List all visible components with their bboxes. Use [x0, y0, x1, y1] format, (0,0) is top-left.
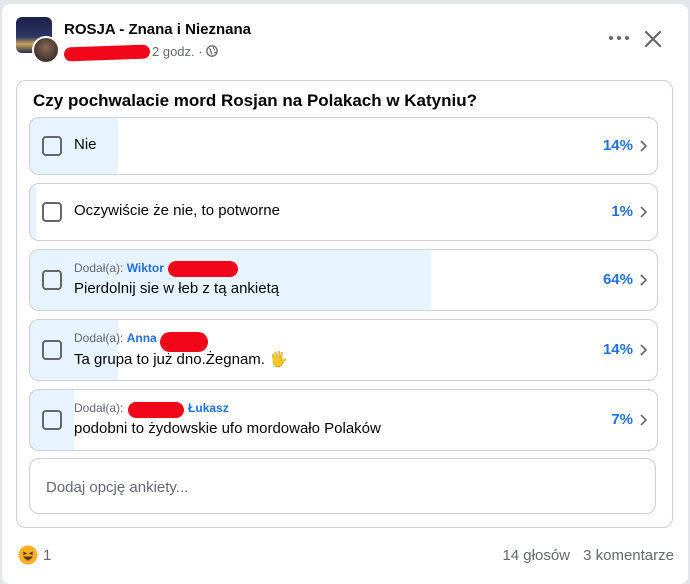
redacted-name: [168, 261, 238, 277]
added-by-name[interactable]: Wiktor: [127, 261, 164, 275]
poll-option-oczywiscie[interactable]: Oczywiście że nie, to potworne 1%: [29, 183, 658, 241]
poll-option-lukasz[interactable]: Dodał(a): Łukasz podobni to żydowskie uf…: [29, 389, 658, 451]
poll-option-label: Oczywiście że nie, to potworne: [74, 202, 280, 219]
redacted-name: [160, 332, 208, 352]
poll-option-wiktor[interactable]: Dodał(a): Wiktor Pierdolnij sie w łeb z …: [29, 249, 658, 311]
added-by-prefix: Dodał(a):: [74, 261, 124, 275]
poll-option-checkbox[interactable]: [42, 270, 62, 290]
redacted-author-name: [63, 44, 151, 62]
added-by-prefix: Dodał(a):: [74, 331, 124, 345]
poll-option-percent: 14%: [602, 341, 633, 358]
chevron-right-icon: [640, 140, 648, 152]
poll-option-percent: 1%: [611, 203, 633, 220]
chevron-right-icon: [640, 274, 648, 286]
poll-option-percent: 64%: [602, 271, 633, 288]
chevron-right-icon: [640, 414, 648, 426]
comments-count[interactable]: 3 komentarze: [583, 547, 674, 564]
post-time[interactable]: 2 godz. ·: [152, 44, 203, 59]
votes-count[interactable]: 14 głosów: [502, 547, 570, 564]
poll-option-label: Nie: [74, 136, 97, 153]
group-name[interactable]: ROSJA - Znana i Nieznana: [64, 21, 251, 38]
poll-option-label-text: Ta grupa to już dno.Żegnam.: [74, 351, 265, 368]
poll-option-checkbox[interactable]: [42, 410, 62, 430]
poll-option-fill: [30, 184, 37, 240]
poll-option-percent: 14%: [602, 137, 633, 154]
user-avatar[interactable]: [32, 36, 60, 64]
redacted-name: [128, 402, 184, 418]
add-poll-option-placeholder: Dodaj opcję ankiety...: [46, 479, 189, 496]
poll: Czy pochwalacie mord Rosjan na Polakach …: [16, 80, 673, 528]
close-icon[interactable]: [642, 28, 664, 50]
waving-hand-emoji: 🖐: [269, 351, 288, 368]
poll-option-checkbox[interactable]: [42, 136, 62, 156]
globe-icon: [206, 45, 218, 57]
post-footer: 1 14 głosów 3 komentarze: [16, 544, 674, 570]
more-horizontal-icon[interactable]: [607, 30, 631, 46]
poll-option-label: Ta grupa to już dno.Żegnam. 🖐: [74, 350, 288, 368]
poll-option-checkbox[interactable]: [42, 340, 62, 360]
poll-option-anna[interactable]: Dodał(a): Anna Ta grupa to już dno.Żegna…: [29, 319, 658, 381]
reaction-count[interactable]: 1: [43, 547, 51, 564]
chevron-right-icon: [640, 344, 648, 356]
poll-option-checkbox[interactable]: [42, 202, 62, 222]
add-poll-option-input[interactable]: Dodaj opcję ankiety...: [29, 458, 656, 514]
haha-emoji-icon[interactable]: [18, 545, 38, 565]
added-by-prefix: Dodał(a):: [74, 401, 124, 415]
post-card: ROSJA - Znana i Nieznana 2 godz. · Czy p…: [2, 4, 688, 584]
chevron-right-icon: [640, 206, 648, 218]
added-by-name[interactable]: Anna: [127, 331, 157, 345]
poll-option-percent: 7%: [611, 411, 633, 428]
poll-option-label: Pierdolnij sie w łeb z tą ankietą: [74, 280, 280, 297]
added-by-name[interactable]: Łukasz: [188, 401, 229, 415]
poll-option-nie[interactable]: Nie 14%: [29, 117, 658, 175]
added-by: Dodał(a): Wiktor: [74, 261, 164, 275]
added-by: Dodał(a): Anna: [74, 331, 157, 345]
poll-question: Czy pochwalacie mord Rosjan na Polakach …: [33, 91, 478, 110]
poll-option-label: podobni to żydowskie ufo mordowało Polak…: [74, 420, 381, 437]
avatar[interactable]: [16, 17, 60, 64]
